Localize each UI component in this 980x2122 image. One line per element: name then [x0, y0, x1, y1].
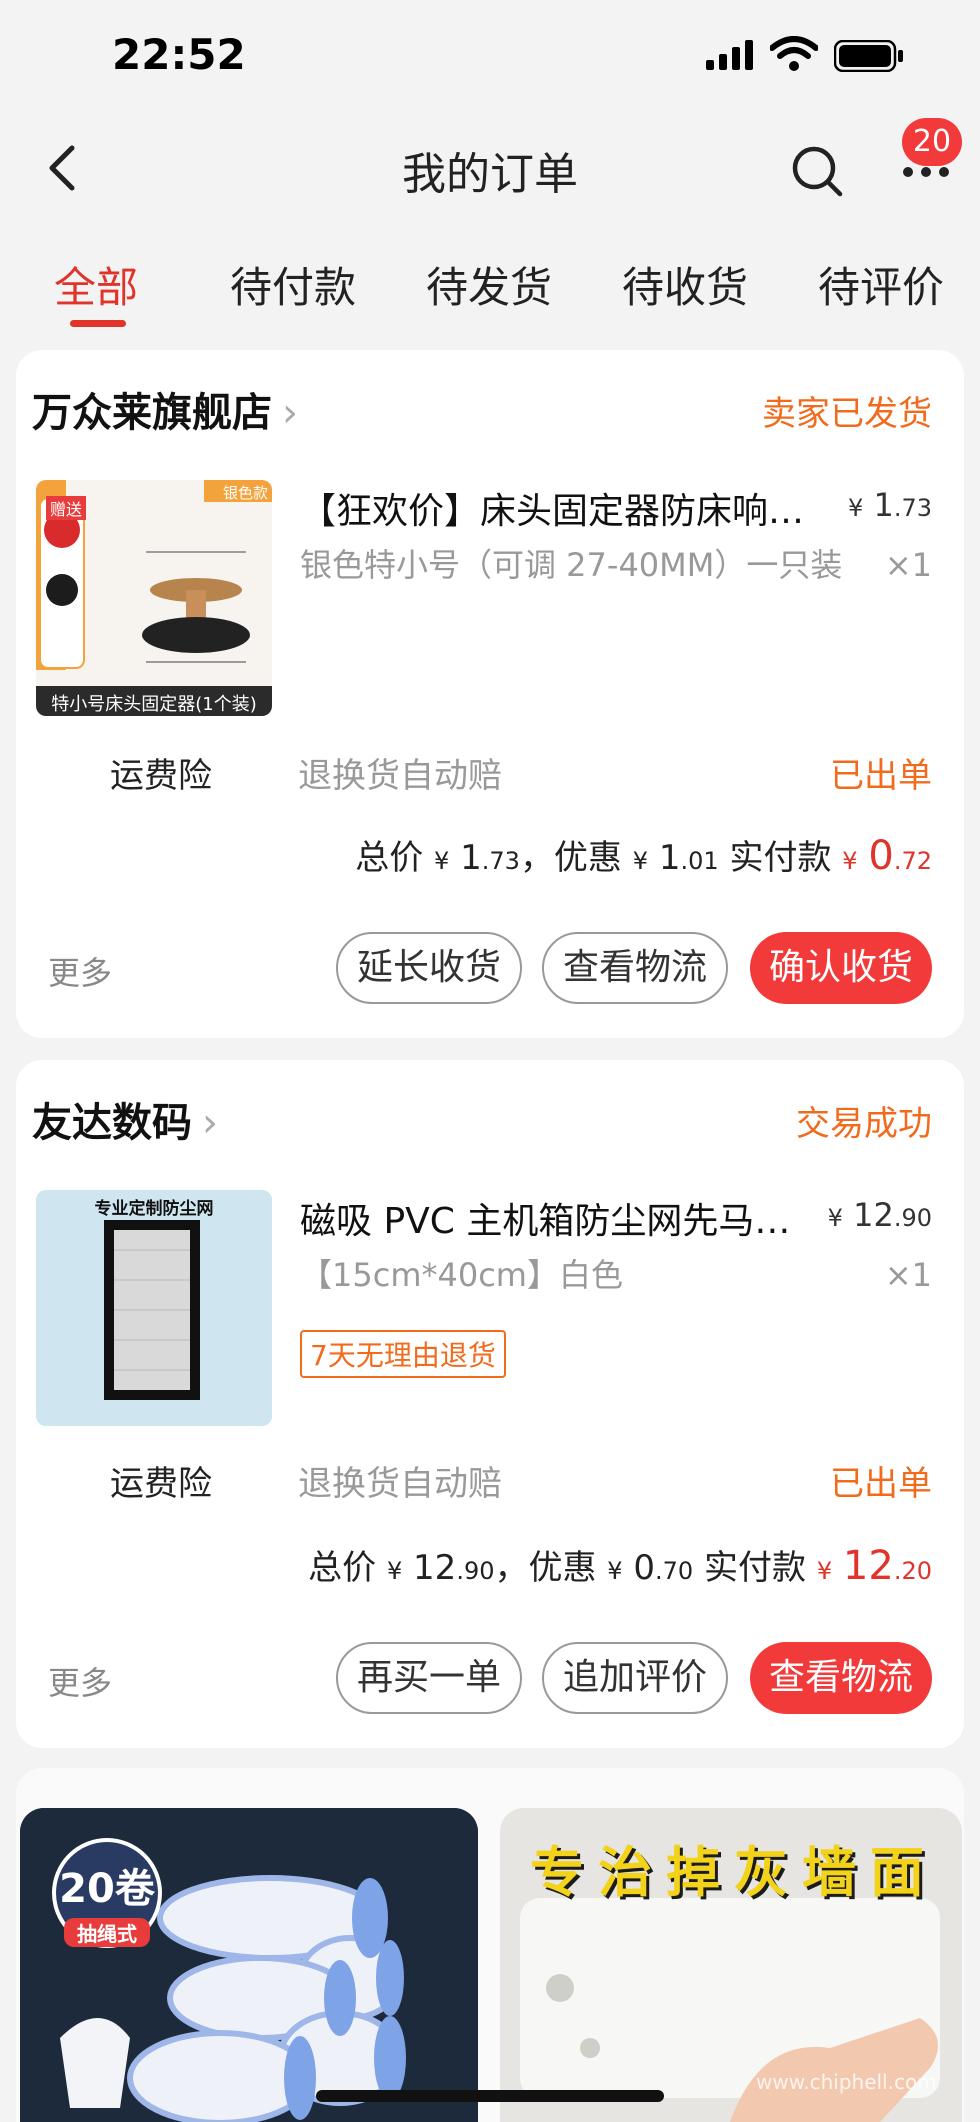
currency-symbol: ¥ [386, 1557, 403, 1585]
total-label: 总价 [308, 1548, 377, 1588]
price-integer: 1 [873, 486, 894, 524]
order-tabs: 全部 待付款 待发货 待收货 待评价 [0, 240, 980, 330]
battery-icon [834, 40, 903, 72]
currency-symbol: ¥ [434, 847, 450, 875]
currency-symbol: ¥ [632, 847, 649, 875]
color-variant-tag: 银色款 [222, 484, 268, 502]
shop-name[interactable]: 友达数码 › [32, 1090, 218, 1148]
view-logistics-button[interactable]: 查看物流 [542, 932, 728, 1004]
cellular-signal-icon [706, 40, 753, 70]
shop-name-text: 万众莱旗舰店 [32, 390, 272, 436]
currency-symbol: ¥ [816, 1557, 833, 1585]
home-indicator[interactable] [316, 2090, 664, 2102]
status-time: 22:52 [112, 30, 246, 79]
order-card[interactable]: 万众莱旗舰店 › 卖家已发货 赠送 银色款 特小号床头固定器(1个装) 【狂欢价】… [16, 350, 964, 1038]
status-bar: 22:52 [0, 0, 980, 110]
price-integer: 12 [853, 1196, 894, 1234]
discount-label: ，优惠 [494, 1548, 597, 1588]
paid-decimal: .72 [893, 847, 932, 875]
paid-integer: 0 [868, 833, 894, 879]
price-summary: 总价 ¥ 1.73，优惠 ¥ 1.01 实付款 ¥ 0.72 [355, 830, 932, 879]
insurance-desc: 退换货自动赔 [298, 756, 502, 796]
tab-all[interactable]: 全部 [54, 254, 138, 315]
gift-tag: 赠送 [46, 496, 87, 520]
tab-pending-payment[interactable]: 待付款 [230, 254, 356, 315]
product-title[interactable]: 【狂欢价】床头固定器防床响… [300, 482, 840, 534]
order-card[interactable]: 友达数码 › 交易成功 专业定制防尘网 磁吸 PVC 主机箱防尘网先马… ¥ 12… [16, 1060, 964, 1748]
navbar: 我的订单 20 [0, 110, 980, 230]
currency-symbol: ¥ [842, 847, 858, 875]
currency-symbol: ¥ [827, 1204, 843, 1232]
notification-badge: 20 [902, 118, 962, 166]
product-spec: 【15cm*40cm】白色 [300, 1256, 623, 1294]
search-icon[interactable] [790, 140, 846, 200]
paid-label: 实付款 [729, 838, 832, 878]
tab-pending-shipment[interactable]: 待发货 [426, 254, 552, 315]
product-thumbnail[interactable]: 专业定制防尘网 [36, 1190, 272, 1426]
currency-symbol: ¥ [848, 494, 864, 522]
paid-integer: 12 [842, 1543, 894, 1589]
shop-name[interactable]: 万众莱旗舰店 › [32, 380, 298, 438]
ad-headline: 专治掉灰墙面 [530, 1841, 938, 1904]
price-summary: 总价 ¥ 12.90，优惠 ¥ 0.70 实付款 ¥ 12.20 [308, 1540, 932, 1589]
insurance-desc: 退换货自动赔 [298, 1464, 502, 1504]
wifi-icon [770, 36, 818, 71]
more-link[interactable]: 更多 [48, 948, 112, 994]
order-status: 卖家已发货 [762, 394, 932, 434]
discount-decimal: .01 [680, 847, 719, 875]
discount-decimal: .70 [655, 1557, 694, 1585]
product-title[interactable]: 磁吸 PVC 主机箱防尘网先马… [300, 1192, 840, 1244]
active-tab-indicator [70, 320, 126, 327]
price-decimal: .73 [893, 494, 932, 522]
return-policy-tag: 7天无理由退货 [300, 1330, 506, 1378]
total-decimal: .73 [481, 847, 520, 875]
buy-again-button[interactable]: 再买一单 [336, 1642, 522, 1714]
price-decimal: .90 [893, 1204, 932, 1232]
product-quantity: ×1 [884, 1256, 932, 1294]
insurance-label: 运费险 [110, 756, 212, 796]
discount-integer: 1 [658, 838, 681, 878]
insurance-status: 已出单 [830, 1464, 932, 1504]
order-status: 交易成功 [796, 1104, 932, 1144]
total-label: 总价 [355, 838, 424, 878]
product-thumbnail[interactable]: 赠送 银色款 特小号床头固定器(1个装) [36, 480, 272, 716]
chevron-right-icon: › [202, 1100, 218, 1146]
drawstring-label: 抽绳式 [64, 1918, 150, 1947]
currency-symbol: ¥ [607, 1557, 623, 1585]
product-price: ¥ 12.90 [828, 1196, 932, 1234]
paid-decimal: .20 [893, 1557, 932, 1585]
thumbnail-caption: 专业定制防尘网 [94, 1199, 214, 1219]
insurance-label: 运费险 [110, 1464, 212, 1504]
total-integer: 12 [413, 1548, 457, 1588]
view-logistics-button[interactable]: 查看物流 [750, 1642, 932, 1714]
paid-label: 实付款 [704, 1548, 807, 1588]
insurance-status: 已出单 [830, 756, 932, 796]
total-integer: 1 [460, 838, 482, 878]
thumbnail-caption: 特小号床头固定器(1个装) [51, 694, 257, 715]
dust-filter-product-image [36, 1190, 272, 1426]
roll-count: 20卷 [59, 1866, 155, 1912]
watermark-logo: www.chiphell.com [756, 2070, 937, 2094]
discount-label: ，优惠 [519, 838, 622, 878]
ad-trash-bags[interactable]: 20卷 抽绳式 [20, 1808, 478, 2122]
more-link[interactable]: 更多 [48, 1658, 112, 1704]
product-spec: 银色特小号（可调 27-40MM）一只装 [300, 546, 843, 584]
chevron-right-icon: › [282, 390, 298, 436]
total-decimal: .90 [456, 1557, 495, 1585]
roll-count-badge: 20卷 抽绳式 [52, 1838, 162, 1948]
tab-pending-receipt[interactable]: 待收货 [622, 254, 748, 315]
add-review-button[interactable]: 追加评价 [542, 1642, 728, 1714]
product-quantity: ×1 [884, 546, 932, 584]
shop-name-text: 友达数码 [32, 1100, 192, 1146]
extend-receipt-button[interactable]: 延长收货 [336, 932, 522, 1004]
confirm-receipt-button[interactable]: 确认收货 [750, 932, 932, 1004]
discount-integer: 0 [633, 1548, 656, 1588]
tab-pending-review[interactable]: 待评价 [818, 254, 944, 315]
product-price: ¥ 1.73 [848, 486, 932, 524]
